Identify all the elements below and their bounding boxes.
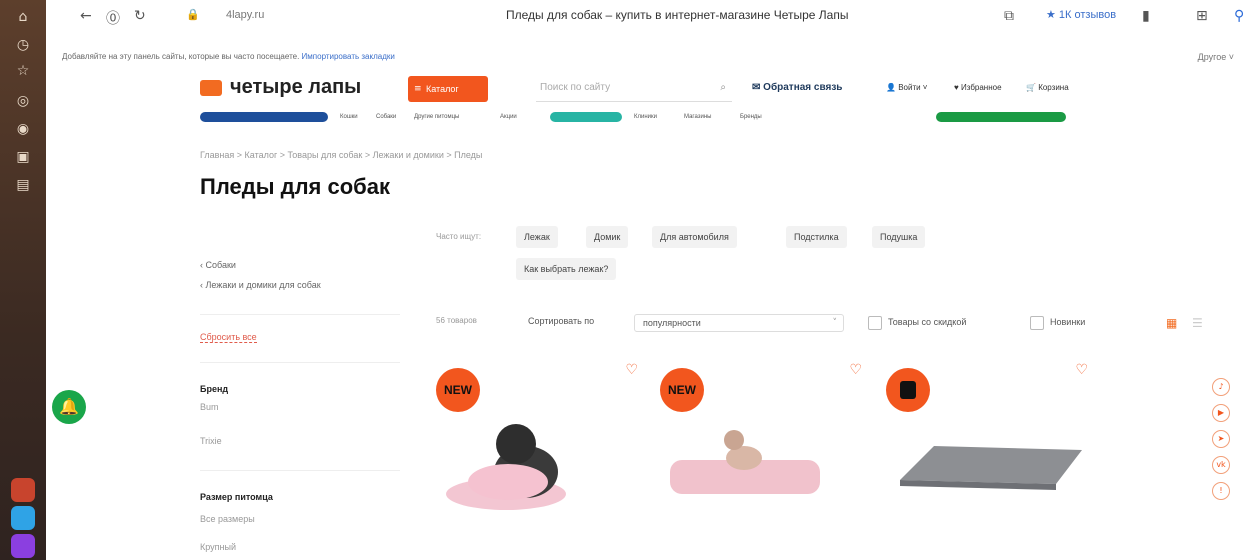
telegram-icon[interactable]: ➤ [1212, 430, 1230, 448]
chip-mat[interactable]: Подстилка [786, 226, 847, 248]
size-option[interactable]: Крупный [200, 542, 236, 552]
nav-green-pill[interactable] [550, 112, 622, 122]
nav-item-other[interactable]: Другие питомцы [414, 114, 459, 120]
new-checkbox[interactable] [1030, 316, 1044, 330]
product-image[interactable] [436, 372, 646, 522]
bookmark-hint: Добавляйте на эту панель сайты, которые … [62, 52, 395, 61]
brand-filter-title: Бренд [200, 384, 229, 394]
extensions-icon[interactable]: ⊞ [1196, 8, 1208, 24]
menu-icon: ≡ [414, 84, 422, 94]
chip-bed[interactable]: Лежак [516, 226, 558, 248]
popular-searches-label: Часто ищут: [436, 232, 482, 241]
reset-filters-link[interactable]: Сбросить все [200, 332, 257, 343]
product-card[interactable]: ♡ [886, 362, 1096, 532]
translate-icon[interactable]: ⧉ [1004, 8, 1014, 24]
favorites-link[interactable]: ♥ Избранное [954, 83, 1002, 92]
downloads-icon[interactable]: ▣ [14, 148, 32, 166]
page-tab-title: Пледы для собак – купить в интернет-мага… [506, 8, 849, 22]
website: четыре лапы ≡ Каталог Поиск по сайту ⌕ ✉ О… [46, 62, 1246, 560]
login-link[interactable]: 👤 Войти ˅ [886, 83, 927, 92]
sort-label: Сортировать по [528, 316, 595, 326]
product-card[interactable]: NEW ♡ [436, 362, 646, 532]
page-title: Пледы для собак [200, 174, 390, 199]
dog-logo-icon [200, 79, 222, 96]
media-icon[interactable]: ◉ [14, 120, 32, 138]
nav-item-brands[interactable]: Бренды [740, 114, 762, 120]
tiktok-icon[interactable]: ♪ [1212, 378, 1230, 396]
catalog-button[interactable]: ≡ Каталог [408, 76, 488, 102]
discount-label[interactable]: Товары со скидкой [888, 317, 966, 327]
nav-item-cats[interactable]: Кошки [340, 114, 358, 120]
youtube-icon[interactable]: ▶ [1212, 404, 1230, 422]
nav-item-shops[interactable]: Магазины [684, 114, 711, 120]
brand-option[interactable]: Bum [200, 402, 219, 412]
grid-view-icon[interactable]: ▦ [1166, 316, 1180, 330]
chip-car[interactable]: Для автомобиля [652, 226, 737, 248]
reviews-link[interactable]: ★ 1К отзывов [1046, 8, 1116, 21]
import-bookmarks-link[interactable]: Импортировать закладки [302, 52, 395, 61]
discount-checkbox[interactable] [868, 316, 882, 330]
nav-right-pill[interactable] [936, 112, 1066, 122]
list-view-icon[interactable]: ☰ [1192, 316, 1206, 330]
info-icon[interactable]: ! [1212, 482, 1230, 500]
product-image[interactable] [886, 372, 1096, 522]
reload-icon[interactable]: ↻ [134, 8, 146, 24]
chevron-down-icon: ˅ [832, 318, 838, 328]
security-icon[interactable]: ⓪ [106, 8, 120, 28]
site-header: четыре лапы ≡ Каталог Поиск по сайту ⌕ ✉ О… [46, 68, 1246, 126]
search-input[interactable]: Поиск по сайту ⌕ [536, 76, 732, 102]
back-icon[interactable]: ← [80, 8, 92, 24]
divider [200, 362, 400, 363]
notes-icon[interactable]: ◎ [14, 92, 32, 110]
browser-toolbar: ← ⓪ ↻ 🔒 4lapy.ru Пледы для собак – купит… [46, 0, 1246, 34]
profile-icon[interactable]: ⚲ [1234, 8, 1244, 24]
nav-item-dogs[interactable]: Собаки [376, 114, 396, 120]
notifications-bell-icon[interactable]: 🔔 [52, 390, 86, 424]
site-nav: Кошки Собаки Другие питомцы Акции Клиник… [200, 112, 1100, 126]
lock-icon: 🔒 [186, 8, 200, 21]
url-bar[interactable]: 4lapy.ru [226, 9, 264, 21]
divider [200, 470, 400, 471]
sort-select[interactable]: популярности ˅ [634, 314, 844, 332]
sort-bar: 56 товаров Сортировать по популярности ˅ … [436, 314, 1203, 334]
size-option[interactable]: Все размеры [200, 514, 255, 524]
sidebar-back-dogs[interactable]: ‹ Собаки [200, 260, 236, 270]
size-filter-title: Размер питомца [200, 492, 273, 502]
divider [200, 314, 400, 315]
chip-house[interactable]: Домик [586, 226, 629, 248]
app-plus-icon[interactable] [11, 478, 35, 502]
bookmark-icon[interactable]: ▮ [1142, 8, 1150, 24]
product-image[interactable] [660, 372, 870, 522]
screenshot-icon[interactable]: ▤ [14, 176, 32, 194]
nav-item-sales[interactable]: Акции [500, 114, 517, 120]
history-icon[interactable]: ◷ [14, 36, 32, 54]
bookmarks-icon[interactable]: ☆ [14, 62, 32, 80]
brand-option[interactable]: Trixie [200, 436, 222, 446]
vk-icon[interactable]: vk [1212, 456, 1230, 474]
items-count: 56 товаров [436, 316, 477, 325]
browser-sidebar: ⌂ ◷ ☆ ◎ ◉ ▣ ▤ [0, 0, 46, 560]
feedback-link[interactable]: ✉ Обратная связь [752, 82, 842, 93]
chip-pillow[interactable]: Подушка [872, 226, 926, 248]
site-logo[interactable]: четыре лапы [200, 76, 361, 99]
sidebar-back-beds[interactable]: ‹ Лежаки и домики для собак [200, 280, 321, 290]
search-icon[interactable]: ⌕ [720, 76, 726, 100]
home-icon[interactable]: ⌂ [14, 8, 32, 26]
bookmarks-bar: Добавляйте на эту панель сайты, которые … [46, 34, 1246, 62]
nav-promo-pill[interactable] [200, 112, 328, 122]
app-purple-icon[interactable] [11, 534, 35, 558]
chip-how-to-choose[interactable]: Как выбрать лежак? [516, 258, 617, 280]
cart-link[interactable]: 🛒 Корзина [1026, 83, 1069, 92]
other-bookmarks[interactable]: Другое ˅ [1198, 52, 1234, 62]
nav-item-clinics[interactable]: Клиники [634, 114, 657, 120]
breadcrumb[interactable]: Главная > Каталог > Товары для собак > Л… [200, 150, 482, 160]
app-telegram-icon[interactable] [11, 506, 35, 530]
new-label[interactable]: Новинки [1050, 317, 1085, 327]
product-card[interactable]: NEW ♡ [660, 362, 870, 532]
